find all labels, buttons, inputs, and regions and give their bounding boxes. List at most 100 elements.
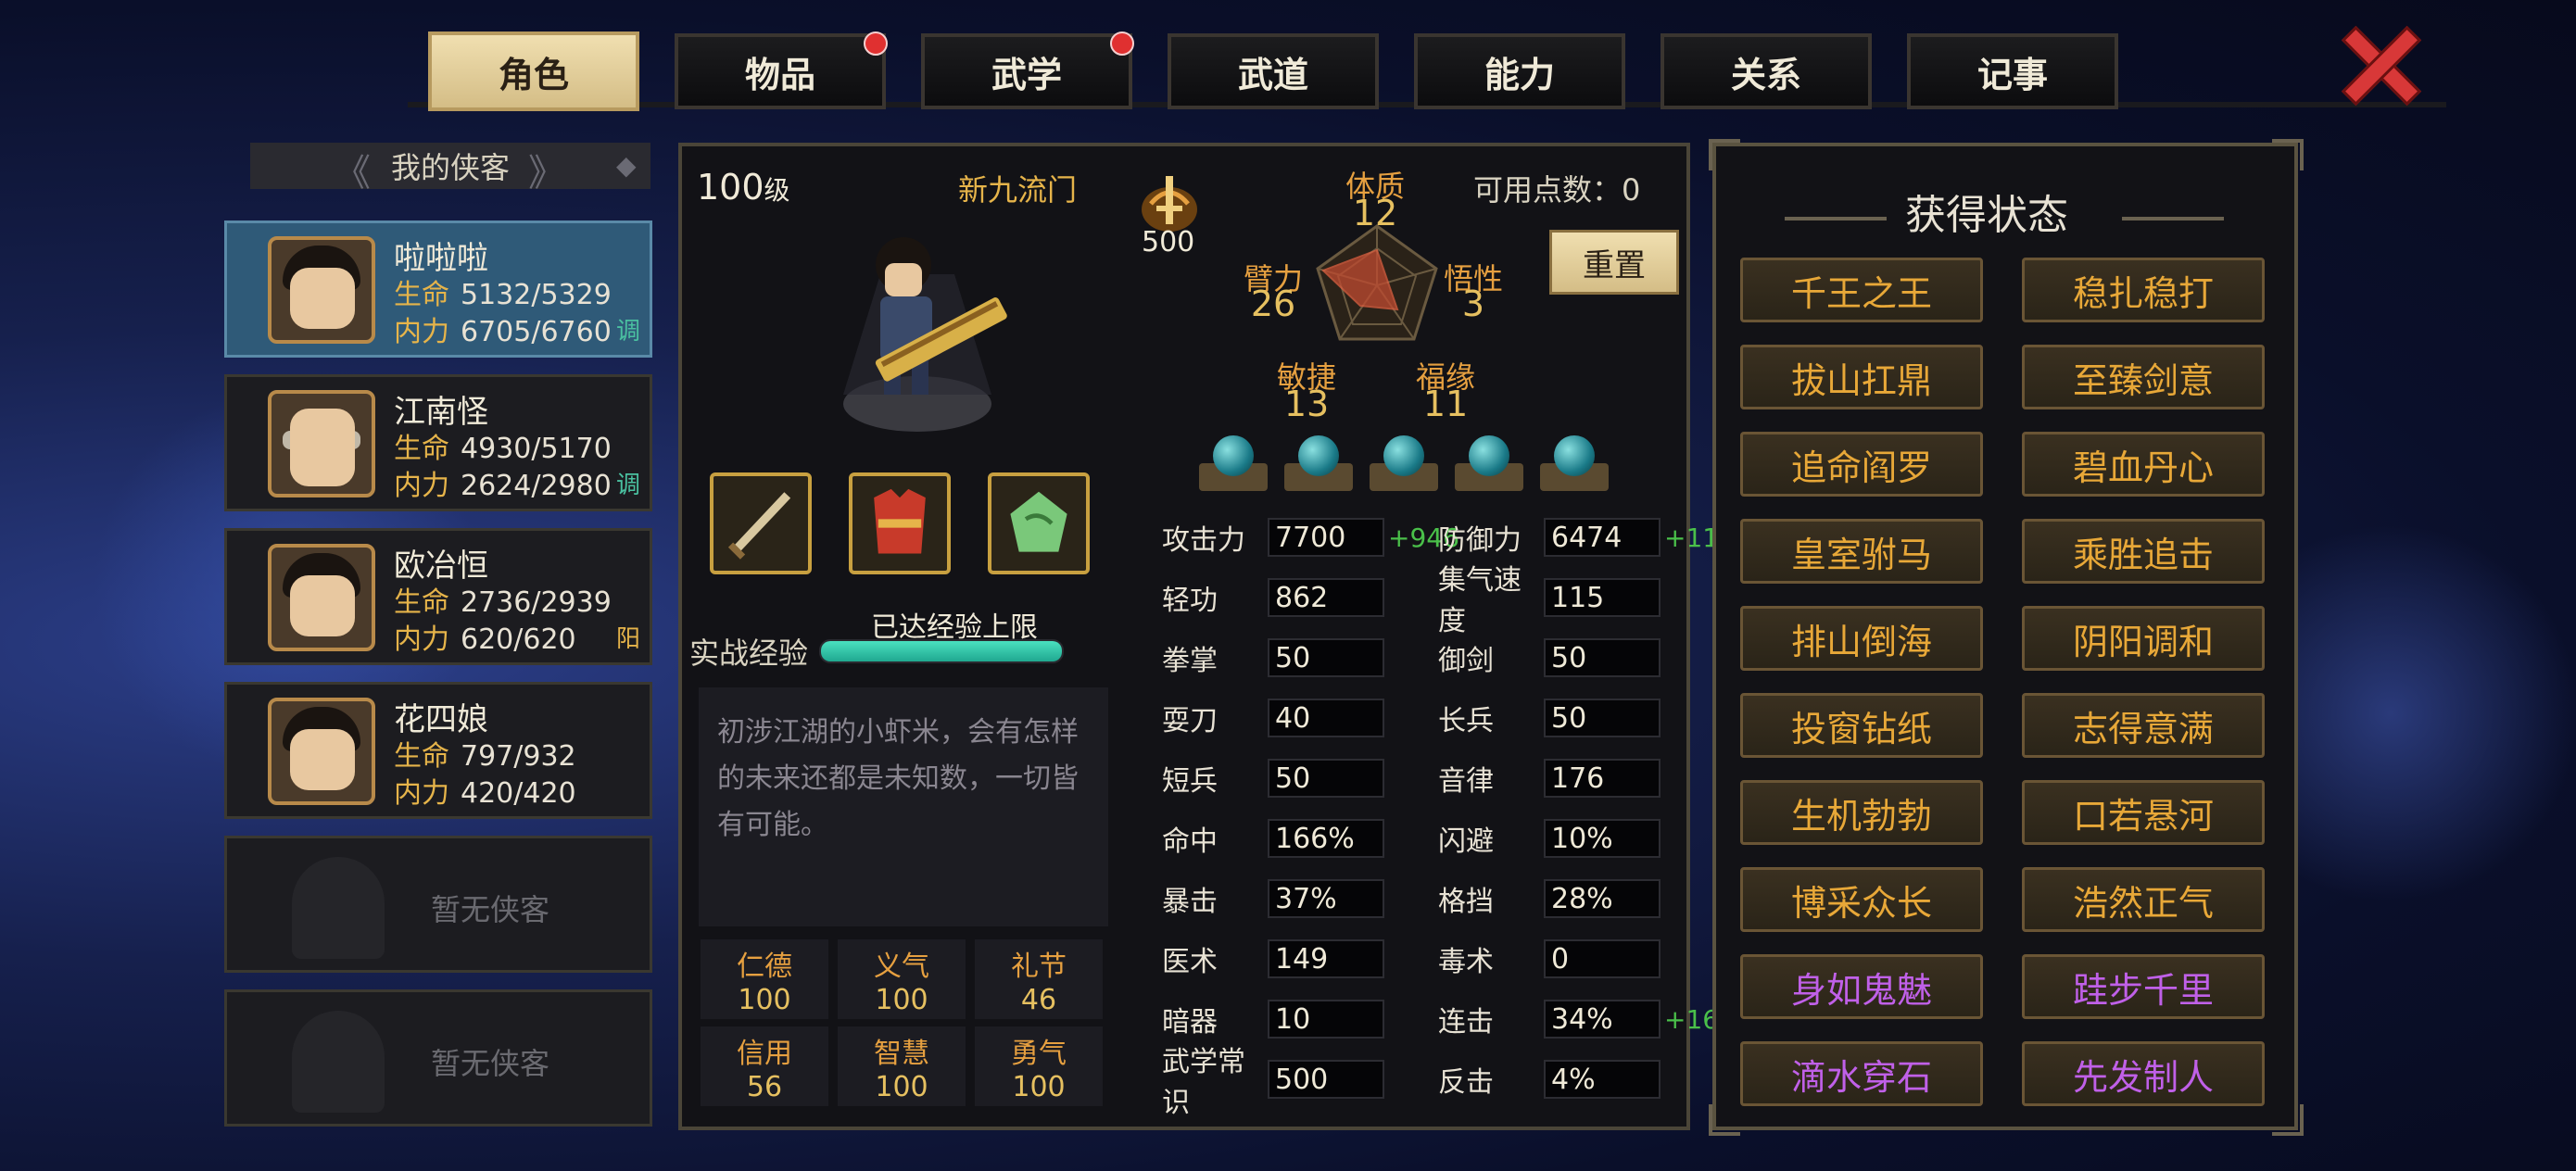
status-tag[interactable]: 拔山扛鼎 [1740, 345, 1983, 409]
status-tag[interactable]: 千王之王 [1740, 258, 1983, 322]
empty-character-slot[interactable]: 暂无侠客 [224, 836, 652, 973]
status-tag[interactable]: 乘胜追击 [2022, 519, 2265, 584]
sword-badge-value: 500 [1142, 226, 1195, 258]
armor-slot[interactable] [849, 472, 951, 574]
character-card[interactable]: 花四娘 生命 797/932 内力 420/420 [224, 682, 652, 819]
sword-badge-icon [1142, 176, 1197, 232]
property-value: 166% [1275, 822, 1355, 855]
status-tag[interactable]: 碧血丹心 [2022, 432, 2265, 497]
gem-slot-icon[interactable] [1199, 435, 1268, 495]
property-label: 防御力 [1438, 524, 1522, 557]
gem-slot-icon[interactable] [1284, 435, 1353, 495]
character-tag: 调 [615, 472, 640, 499]
status-tag[interactable]: 志得意满 [2022, 693, 2265, 758]
status-tag[interactable]: 生机勃勃 [1740, 780, 1983, 845]
property-row: 御剑 50 [1427, 636, 1661, 680]
panel-corner [1709, 1104, 1740, 1136]
status-tag[interactable]: 投窗钻纸 [1740, 693, 1983, 758]
status-tag[interactable]: 先发制人 [2022, 1041, 2265, 1106]
status-tag[interactable]: 浩然正气 [2022, 867, 2265, 932]
property-label: 闪避 [1438, 825, 1494, 858]
property-label: 暗器 [1162, 1006, 1218, 1039]
mp-label: 内力 [394, 777, 449, 810]
tab-2[interactable]: 武学 [921, 31, 1134, 109]
status-tag[interactable]: 皇室驸马 [1740, 519, 1983, 584]
armor-icon [874, 488, 926, 554]
property-value-box: 4% [1544, 1060, 1661, 1099]
property-value: 50 [1551, 641, 1587, 674]
virtue-label: 义气 [874, 951, 929, 983]
character-card[interactable]: 啦啦啦 生命 5132/5329 内力 6705/6760 调 [224, 220, 652, 358]
virtue-value: 100 [1012, 1071, 1066, 1103]
virtue-cell: 义气 100 [838, 939, 966, 1019]
property-row: 医术 149 [1151, 937, 1384, 981]
hp-label: 生命 [394, 740, 449, 773]
status-tag[interactable]: 口若悬河 [2022, 780, 2265, 845]
property-value: 6474 [1551, 521, 1623, 554]
property-label: 医术 [1162, 946, 1218, 978]
reset-button[interactable]: 重置 [1549, 230, 1679, 295]
property-row: 耍刀 40 [1151, 696, 1384, 740]
roster-title: 我的侠客 [390, 150, 510, 185]
property-row: 长兵 50 [1427, 696, 1661, 740]
property-value-box: 115 [1544, 578, 1661, 617]
mp-label: 内力 [394, 623, 449, 656]
sect-name: 新九流门 [958, 172, 1078, 208]
accessory-slot[interactable] [988, 472, 1090, 574]
property-value: 37% [1275, 882, 1337, 915]
tab-0[interactable]: 角色 [428, 31, 639, 111]
status-tag[interactable]: 追命阎罗 [1740, 432, 1983, 497]
status-tag[interactable]: 滴水穿石 [1740, 1041, 1983, 1106]
property-row: 拳掌 50 [1151, 636, 1384, 680]
gem-slot-icon[interactable] [1540, 435, 1609, 495]
property-value: 34% [1551, 1002, 1613, 1036]
tab-label: 武学 [991, 54, 1062, 95]
status-tag[interactable]: 稳扎稳打 [2022, 258, 2265, 322]
level-display: 100级 [697, 167, 790, 208]
hp-value: 5132/5329 [461, 279, 612, 311]
status-tag[interactable]: 身如鬼魅 [1740, 954, 1983, 1019]
tab-6[interactable]: 记事 [1907, 33, 2118, 109]
empty-character-slot[interactable]: 暂无侠客 [224, 989, 652, 1127]
chevron-left-icon[interactable]: 《 [334, 143, 371, 196]
status-tag[interactable]: 博采众长 [1740, 867, 1983, 932]
tab-1[interactable]: 物品 [675, 31, 888, 109]
avatar [268, 236, 375, 344]
status-tag[interactable]: 跬步千里 [2022, 954, 2265, 1019]
property-row: 反击 4% [1427, 1057, 1661, 1102]
status-tag[interactable]: 至臻剑意 [2022, 345, 2265, 409]
notification-badge-icon [864, 31, 888, 56]
attr-tizhi-value: 12 [1352, 193, 1398, 233]
property-value: 50 [1275, 762, 1311, 795]
tab-label: 角色 [498, 54, 569, 95]
silhouette-icon [292, 1011, 385, 1113]
character-card[interactable]: 欧冶恒 生命 2736/2939 内力 620/620 阳 [224, 528, 652, 665]
gem-slot-icon[interactable] [1455, 435, 1523, 495]
mp-label: 内力 [394, 316, 449, 348]
property-row: 格挡 28% [1427, 876, 1661, 921]
virtue-label: 信用 [737, 1038, 792, 1070]
tab-5[interactable]: 关系 [1661, 33, 1872, 109]
character-card[interactable]: 江南怪 生命 4930/5170 内力 2624/2980 调 [224, 374, 652, 511]
mp-line: 内力 420/420 [394, 770, 576, 811]
virtue-cell: 智慧 100 [838, 1026, 966, 1106]
virtue-value: 100 [875, 1071, 928, 1103]
close-icon[interactable] [2339, 22, 2418, 102]
tab-3[interactable]: 武道 [1168, 33, 1379, 109]
property-value: 176 [1551, 762, 1605, 795]
status-tag[interactable]: 阴阳调和 [2022, 606, 2265, 671]
property-label: 攻击力 [1162, 524, 1245, 557]
mp-value: 6705/6760 [461, 316, 612, 348]
property-value: 0 [1551, 942, 1570, 976]
gem-slot-icon[interactable] [1370, 435, 1438, 495]
virtue-value: 100 [738, 984, 791, 1016]
chevron-right-icon[interactable]: 》 [528, 143, 565, 196]
property-value-box: 500 [1268, 1060, 1384, 1099]
weapon-slot[interactable] [710, 472, 812, 574]
property-value-box: 10% [1544, 819, 1661, 858]
status-panel-title: 获得状态 [1905, 192, 2068, 239]
level-unit: 级 [764, 175, 790, 206]
property-label: 轻功 [1162, 585, 1218, 617]
status-tag[interactable]: 排山倒海 [1740, 606, 1983, 671]
tab-4[interactable]: 能力 [1414, 33, 1625, 109]
